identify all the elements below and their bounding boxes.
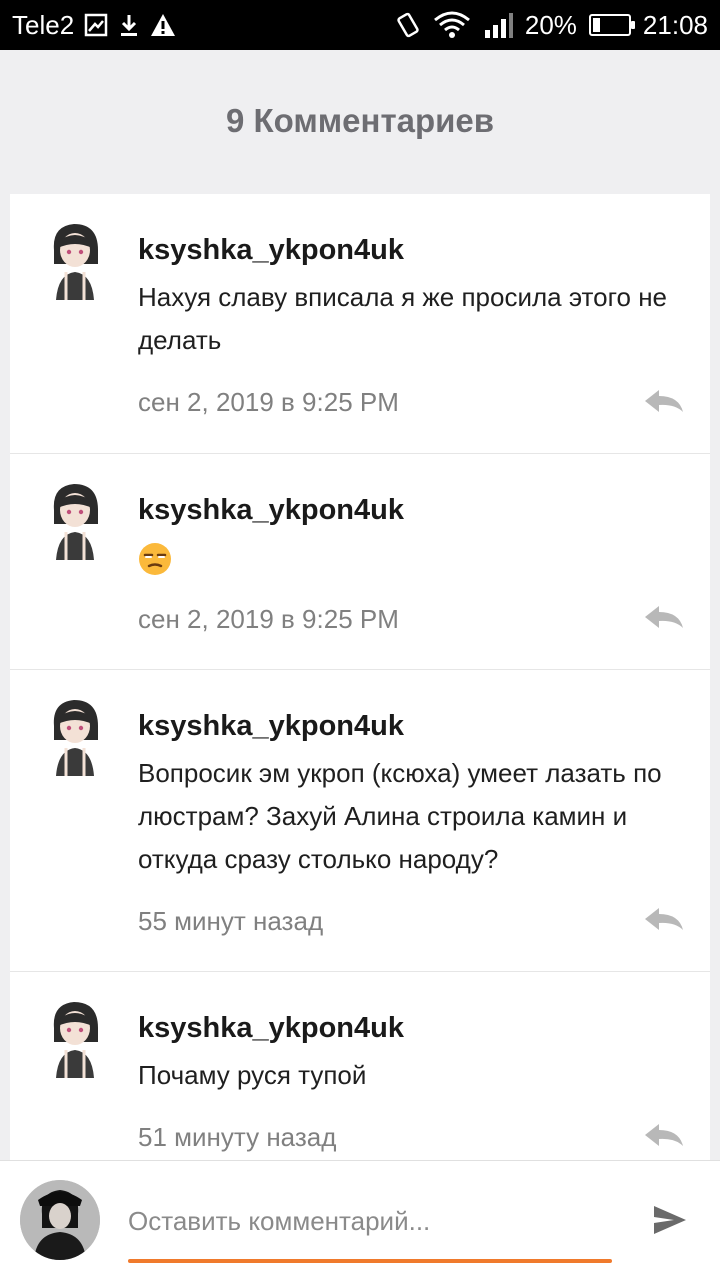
carrier-name: Tele2 (12, 9, 75, 40)
download-icon (118, 13, 140, 37)
comment-username[interactable]: ksyshka_ykpon4uk (138, 670, 686, 744)
comment-item: ksyshka_ykpon4uk Вопросик эм укроп (ксюх… (10, 670, 710, 972)
my-avatar[interactable] (20, 1180, 100, 1260)
user-avatar[interactable] (46, 998, 104, 1078)
vibrate-icon (395, 12, 421, 38)
comment-timestamp: 51 минуту назад (138, 1122, 337, 1152)
comment-item: ksyshka_ykpon4uk Почаму руся тупой 51 ми… (10, 972, 710, 1160)
clock: 21:08 (642, 9, 708, 40)
reply-icon[interactable] (642, 904, 686, 934)
battery-percent: 20% (524, 9, 577, 40)
comment-timestamp: сен 2, 2019 в 9:25 PM (138, 604, 399, 634)
comment-username[interactable]: ksyshka_ykpon4uk (138, 194, 686, 268)
user-avatar[interactable] (46, 480, 104, 560)
comment-composer (0, 1160, 720, 1280)
comment-item: ksyshka_ykpon4uk Нахуя славу вписала я ж… (10, 194, 710, 454)
wifi-icon (433, 11, 471, 39)
reply-icon[interactable] (642, 1120, 686, 1150)
photo-icon (84, 13, 108, 37)
reply-icon[interactable] (642, 602, 686, 632)
comment-input[interactable] (128, 1197, 612, 1245)
comment-timestamp: сен 2, 2019 в 9:25 PM (138, 387, 399, 417)
comments-list: ksyshka_ykpon4uk Нахуя славу вписала я ж… (10, 194, 710, 1160)
comment-timestamp: 55 минут назад (138, 906, 324, 936)
unamused-emoji-icon (138, 542, 172, 576)
input-underline (128, 1259, 612, 1263)
reply-icon[interactable] (642, 386, 686, 416)
comment-item: ksyshka_ykpon4uk сен 2, 2019 в 9:25 PM (10, 454, 710, 670)
comment-username[interactable]: ksyshka_ykpon4uk (138, 972, 686, 1046)
comment-text: Вопросик эм укроп (ксюха) умеет лазать п… (138, 758, 662, 874)
signal-icon (483, 12, 513, 38)
comment-text: Почаму руся тупой (138, 1060, 367, 1090)
battery-icon (588, 14, 635, 36)
comment-username[interactable]: ksyshka_ykpon4uk (138, 454, 686, 528)
page-title: 9 Комментариев (225, 102, 495, 139)
status-bar: Tele2 20% 21:08 (0, 0, 720, 50)
warning-icon (150, 13, 176, 37)
comment-text (138, 536, 686, 579)
user-avatar[interactable] (46, 696, 104, 776)
user-avatar[interactable] (46, 220, 104, 300)
send-icon[interactable] (650, 1200, 690, 1240)
comment-text: Нахуя славу вписала я же просила этого н… (138, 282, 668, 355)
